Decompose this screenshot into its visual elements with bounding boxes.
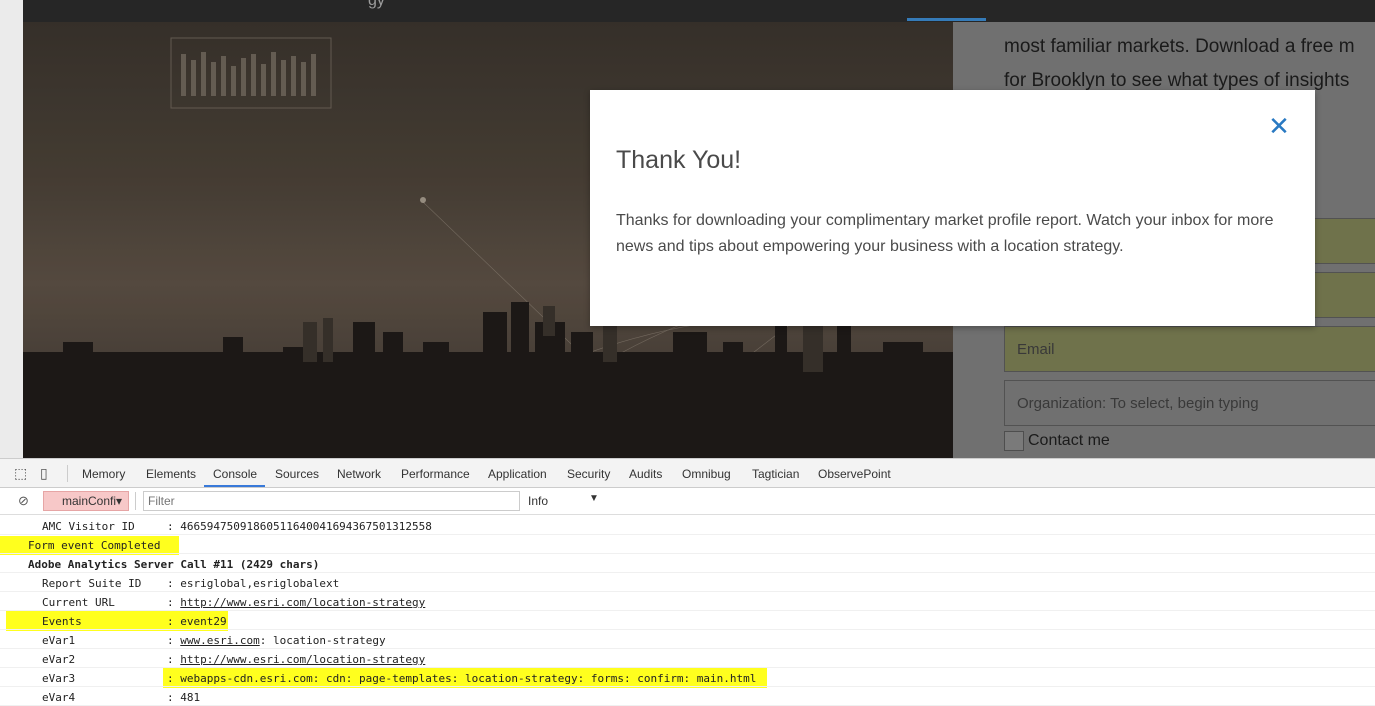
console-row: AMC Visitor ID : 46659475091860511640041… — [0, 516, 1375, 535]
row-value: : www.esri.com: location-strategy — [167, 634, 386, 647]
row-key: eVar3 — [42, 672, 76, 685]
device-toolbar-icon[interactable]: ▯ — [40, 465, 48, 482]
tab-sources[interactable]: Sources — [275, 467, 319, 481]
console-row: Adobe Analytics Server Call #11 (2429 ch… — [0, 554, 1375, 573]
current-url-link[interactable]: http://www.esri.com/location-strategy — [180, 596, 425, 609]
value-suffix: : location-strategy — [259, 634, 386, 647]
server-call-header: Adobe Analytics Server Call #11 (2429 ch… — [28, 558, 320, 571]
log-level-chevron-icon[interactable]: ▼ — [589, 493, 599, 504]
row-value: : http://www.esri.com/location-strategy — [167, 653, 425, 666]
console-row: Report Suite ID : esriglobal,esriglobale… — [0, 573, 1375, 592]
tab-network[interactable]: Network — [337, 467, 381, 481]
console-row: eVar2 : http://www.esri.com/location-str… — [0, 649, 1375, 668]
row-value: : http://www.esri.com/location-strategy — [167, 596, 425, 609]
row-key: Events — [42, 615, 82, 628]
form-event-message: Form event Completed — [28, 539, 161, 552]
toolbar-divider — [135, 492, 136, 510]
close-icon[interactable]: ✕ — [1267, 113, 1291, 139]
console-toolbar: ⊘ mainConfi▾ Info ▼ — [0, 488, 1375, 515]
tab-separator — [67, 465, 68, 482]
context-selector[interactable]: mainConfi▾ — [43, 491, 129, 511]
console-filter-input[interactable] — [143, 491, 520, 511]
tab-application[interactable]: Application — [488, 467, 547, 481]
tab-elements[interactable]: Elements — [146, 467, 196, 481]
tab-security[interactable]: Security — [567, 467, 610, 481]
row-value: : 481 — [167, 691, 201, 704]
log-level-select[interactable]: Info — [528, 494, 548, 508]
evar1-link[interactable]: www.esri.com — [180, 634, 259, 647]
tab-performance[interactable]: Performance — [401, 467, 470, 481]
console-row: Form event Completed — [0, 535, 1375, 554]
row-key: Current URL — [42, 596, 115, 609]
inspect-element-icon[interactable]: ⬚ — [14, 465, 27, 482]
row-key: Report Suite ID — [42, 577, 142, 590]
console-row: eVar1 : www.esri.com: location-strategy — [0, 630, 1375, 649]
tab-tagtician[interactable]: Tagtician — [752, 467, 799, 481]
console-row: Current URL : http://www.esri.com/locati… — [0, 592, 1375, 611]
active-tab-indicator — [204, 485, 265, 487]
row-value: : webapps-cdn.esri.com: cdn: page-templa… — [167, 672, 757, 685]
devtools-tab-bar: ⬚ ▯ Memory Elements Console Sources Netw… — [0, 459, 1375, 488]
tab-observepoint[interactable]: ObservePoint — [818, 467, 891, 481]
tab-console[interactable]: Console — [213, 467, 257, 481]
row-value: : event29 — [167, 615, 227, 628]
thank-you-dialog: ✕ Thank You! Thanks for downloading your… — [590, 90, 1315, 326]
console-row: eVar3 : webapps-cdn.esri.com: cdn: page-… — [0, 668, 1375, 687]
console-output: AMC Visitor ID : 46659475091860511640041… — [0, 516, 1375, 706]
row-key: eVar1 — [42, 634, 76, 647]
devtools-panel: ⬚ ▯ Memory Elements Console Sources Netw… — [0, 458, 1375, 706]
evar2-link[interactable]: http://www.esri.com/location-strategy — [180, 653, 425, 666]
web-page: gy most familiar markets. Download a fre… — [0, 0, 1375, 458]
row-key: eVar4 — [42, 691, 76, 704]
dialog-title: Thank You! — [616, 146, 742, 174]
clear-console-icon[interactable]: ⊘ — [18, 493, 29, 509]
context-selector-value: mainConfi — [62, 494, 117, 508]
value-prefix: : — [167, 596, 181, 609]
chevron-down-icon: ▾ — [116, 494, 123, 508]
row-key: AMC Visitor ID — [42, 520, 135, 533]
tab-omnibug[interactable]: Omnibug — [682, 467, 731, 481]
value-prefix: : — [167, 634, 181, 647]
dialog-message: Thanks for downloading your complimentar… — [616, 212, 1274, 255]
row-key: eVar2 — [42, 653, 76, 666]
row-value: : esriglobal,esriglobalext — [167, 577, 340, 590]
console-row: Events : event29 — [0, 611, 1375, 630]
tab-memory[interactable]: Memory — [82, 467, 125, 481]
value-prefix: : — [167, 653, 181, 666]
tab-audits[interactable]: Audits — [629, 467, 662, 481]
row-value: : 46659475091860511640041694367501312558 — [167, 520, 432, 533]
console-row: eVar4 : 481 — [0, 687, 1375, 706]
